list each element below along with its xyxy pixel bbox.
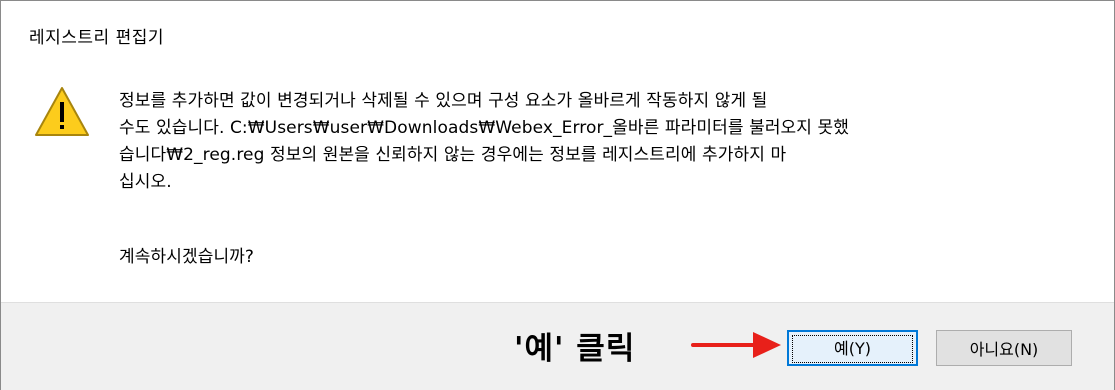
dialog-title: 레지스트리 편집기 [29, 28, 165, 48]
no-button[interactable]: 아니요(N) [936, 330, 1072, 366]
yes-button[interactable]: 예(Y) [787, 330, 918, 366]
warning-icon [35, 87, 89, 136]
confirm-question: 계속하시겠습니까? [119, 247, 255, 267]
click-annotation-label: '예' 클릭 [514, 331, 636, 367]
dialog-content: 정보를 추가하면 값이 변경되거나 삭제될 수 있으며 구성 요소가 올바르게 … [119, 88, 1109, 267]
red-arrow-icon [691, 332, 781, 358]
warning-message: 정보를 추가하면 값이 변경되거나 삭제될 수 있으며 구성 요소가 올바르게 … [119, 91, 850, 192]
registry-editor-dialog: 레지스트리 편집기 정보를 추가하면 값이 변경되거나 삭제될 수 있으며 구성… [0, 0, 1115, 390]
yes-button-label: 예(Y) [792, 335, 913, 363]
